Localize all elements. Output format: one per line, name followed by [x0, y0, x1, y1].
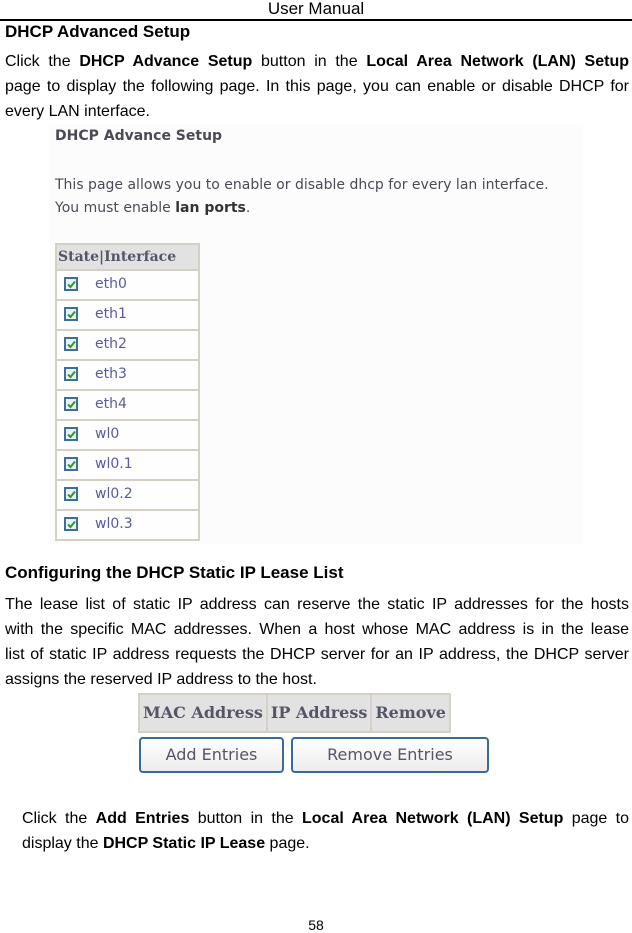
- section2-paragraph: The lease list of static IP address can …: [5, 592, 629, 692]
- checkmark-icon: [67, 430, 76, 439]
- checkmark-icon: [67, 400, 76, 409]
- interface-row: eth4: [57, 391, 198, 419]
- dhcp-enable-checkbox[interactable]: [64, 367, 78, 381]
- page-number: 58: [308, 917, 324, 933]
- lease-table: MAC Address IP Address Remove: [138, 693, 451, 733]
- paragraph-line: Click the Add Entries button in the Loca…: [22, 810, 630, 827]
- paragraph-line: assigns the reserved IP address to the h…: [5, 671, 317, 688]
- interface-table: State|Interface eth0 eth1 eth2 eth3 eth4 wl0 w…: [55, 243, 200, 541]
- dhcp-enable-checkbox[interactable]: [64, 487, 78, 501]
- interface-row: wl0.1: [57, 451, 198, 479]
- paragraph-line: The lease list of static IP address can …: [5, 596, 629, 613]
- screenshot-description: This page allows you to enable or disabl…: [55, 177, 549, 216]
- dhcp-enable-checkbox[interactable]: [64, 277, 78, 291]
- checkmark-icon: [67, 340, 76, 349]
- interface-table-header: State|Interface: [57, 245, 198, 269]
- paragraph-line: display the DHCP Static IP Lease page.: [22, 835, 310, 852]
- dhcp-enable-checkbox[interactable]: [64, 517, 78, 531]
- interface-name: wl0: [95, 426, 120, 442]
- interface-row: wl0: [57, 421, 198, 449]
- interface-row: eth2: [57, 331, 198, 359]
- document-header-title: User Manual: [267, 0, 365, 18]
- interface-row: wl0.2: [57, 481, 198, 509]
- interface-name: wl0.3: [95, 516, 133, 532]
- dhcp-enable-checkbox[interactable]: [64, 307, 78, 321]
- checkmark-icon: [67, 490, 76, 499]
- interface-row: wl0.3: [57, 511, 198, 539]
- interface-row: eth0: [57, 271, 198, 299]
- checkmark-icon: [67, 370, 76, 379]
- screenshot-page-title: DHCP Advance Setup: [55, 128, 223, 144]
- column-header-mac-address: MAC Address: [140, 695, 266, 731]
- interface-name: eth1: [95, 306, 127, 322]
- paragraph-line: list of static IP address requests the D…: [5, 646, 629, 663]
- paragraph-line: page to display the following page. In t…: [5, 78, 629, 95]
- checkmark-icon: [67, 460, 76, 469]
- checkmark-icon: [67, 520, 76, 529]
- interface-name: wl0.1: [95, 456, 133, 472]
- section1-paragraph: Click the DHCP Advance Setup button in t…: [5, 49, 629, 124]
- interface-name: wl0.2: [95, 486, 133, 502]
- dhcp-enable-checkbox[interactable]: [64, 337, 78, 351]
- paragraph-line: Click the DHCP Advance Setup button in t…: [5, 53, 630, 70]
- paragraph-line: with the specific MAC addresses. When a …: [5, 621, 629, 638]
- remove-entries-button[interactable]: Remove Entries: [291, 737, 489, 773]
- dhcp-enable-checkbox[interactable]: [64, 427, 78, 441]
- paragraph-line: every LAN interface.: [5, 103, 150, 120]
- section3-paragraph: Click the Add Entries button in the Loca…: [22, 806, 629, 856]
- dhcp-enable-checkbox[interactable]: [64, 397, 78, 411]
- add-entries-button[interactable]: Add Entries: [139, 737, 284, 773]
- interface-name: eth4: [95, 396, 127, 412]
- dhcp-enable-checkbox[interactable]: [64, 457, 78, 471]
- column-header-remove: Remove: [372, 695, 449, 731]
- checkmark-icon: [67, 280, 76, 289]
- dhcp-advance-setup-screenshot: DHCP Advance Setup This page allows you …: [49, 124, 583, 544]
- interface-name: eth2: [95, 336, 127, 352]
- column-header-ip-address: IP Address: [267, 695, 371, 731]
- interface-name: eth3: [95, 366, 127, 382]
- section-heading-static-ip-lease: Configuring the DHCP Static IP Lease Lis…: [5, 563, 344, 582]
- section-heading-dhcp-advanced-setup: DHCP Advanced Setup: [5, 22, 191, 41]
- interface-row: eth1: [57, 301, 198, 329]
- interface-name: eth0: [95, 276, 127, 292]
- header-divider: [0, 19, 632, 21]
- checkmark-icon: [67, 310, 76, 319]
- static-ip-lease-screenshot: MAC Address IP Address Remove Add Entrie…: [138, 693, 494, 777]
- interface-row: eth3: [57, 361, 198, 389]
